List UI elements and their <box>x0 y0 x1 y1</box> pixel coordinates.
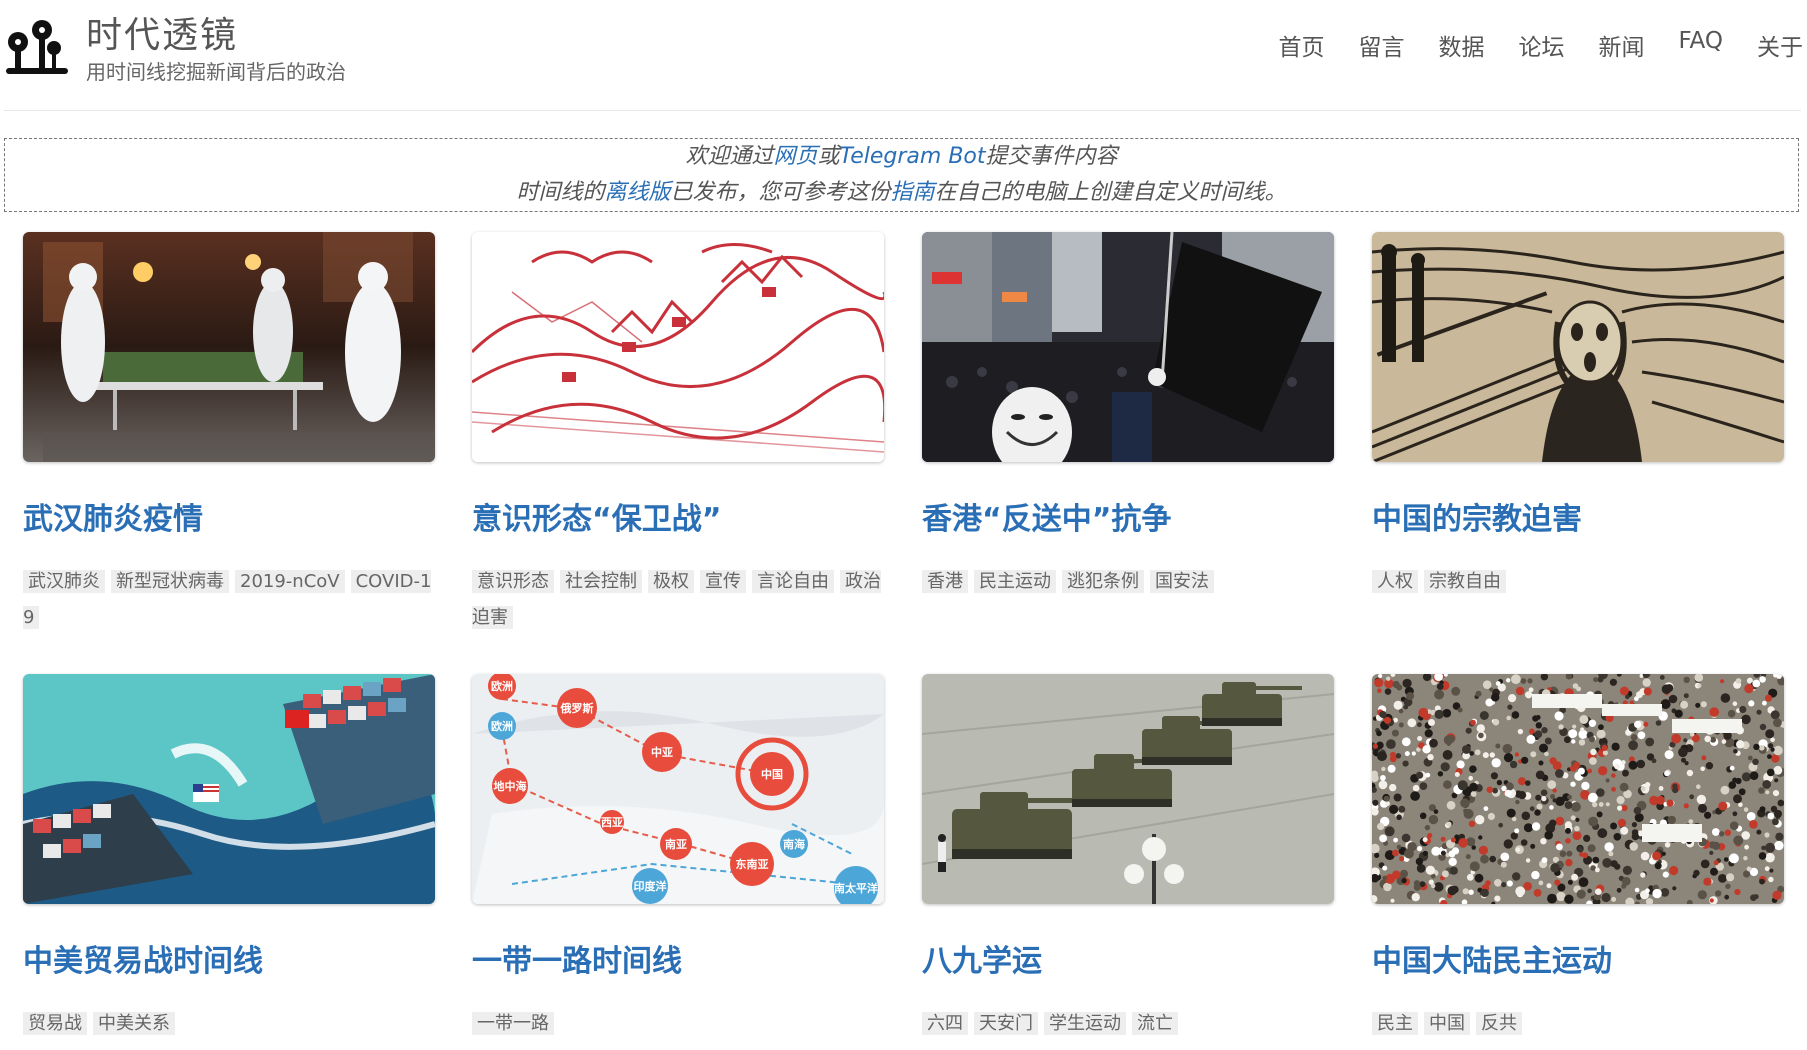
tag[interactable]: 人权 <box>1372 570 1418 593</box>
card-title[interactable]: 中国大陆民主运动 <box>1372 936 1784 980</box>
announcement-box: 欢迎通过网页或Telegram Bot提交事件内容 时间线的离线版已发布，您可参… <box>4 138 1799 212</box>
card-title[interactable]: 武汉肺炎疫情 <box>23 494 435 538</box>
map-label-south-asia: 南亚 <box>665 837 687 851</box>
tag-list: 民主 中国 反共 <box>1372 1006 1784 1042</box>
timeline-card: 中国大陆民主运动 民主 中国 反共 <box>1372 674 1784 1042</box>
timeline-card: 香港“反送中”抗争 香港 民主运动 逃犯条例 国安法 <box>922 232 1334 600</box>
tag[interactable]: 香港 <box>922 570 968 593</box>
timeline-card: 中美贸易战时间线 贸易战 中美关系 <box>23 674 435 1042</box>
card-title[interactable]: 香港“反送中”抗争 <box>922 494 1334 538</box>
card-image-tank-man[interactable] <box>922 674 1334 904</box>
card-image-hong-kong-protest[interactable] <box>922 232 1334 462</box>
page: 时代透镜 用时间线挖掘新闻背后的政治 首页 留言 数据 论坛 新闻 FAQ 关于… <box>0 0 1807 1050</box>
card-image-medical-workers[interactable] <box>23 232 435 462</box>
announcement-line-1: 欢迎通过网页或Telegram Bot提交事件内容 <box>685 144 1118 169</box>
site-subtitle: 用时间线挖掘新闻背后的政治 <box>86 60 346 84</box>
offline-version-link[interactable]: 离线版 <box>604 180 670 205</box>
map-label-europe: 欧洲 <box>491 679 513 693</box>
map-label-europe-2: 欧洲 <box>491 719 513 733</box>
map-label-south-china-sea: 南海 <box>783 837 805 851</box>
tag[interactable]: 学生运动 <box>1044 1012 1126 1035</box>
guide-link[interactable]: 指南 <box>891 180 935 205</box>
nav-about[interactable]: 关于 <box>1757 28 1803 62</box>
tag[interactable]: 武汉肺炎 <box>23 570 105 593</box>
tag[interactable]: 贸易战 <box>23 1012 87 1035</box>
tag[interactable]: 民主 <box>1372 1012 1418 1035</box>
map-label-russia: 俄罗斯 <box>560 701 594 715</box>
tag[interactable]: 极权 <box>648 570 694 593</box>
announcement-line-2: 时间线的离线版已发布，您可参考这份指南在自己的电脑上创建自定义时间线。 <box>516 180 1287 205</box>
card-title[interactable]: 意识形态“保卫战” <box>472 494 884 538</box>
card-image-great-wall[interactable] <box>472 232 884 462</box>
tag[interactable]: 2019-nCoV <box>235 570 345 593</box>
nav-news[interactable]: 新闻 <box>1598 28 1644 62</box>
site-title[interactable]: 时代透镜 <box>86 6 238 58</box>
tag[interactable]: 言论自由 <box>752 570 834 593</box>
tag[interactable]: 宗教自由 <box>1424 570 1506 593</box>
main-nav: 首页 留言 数据 论坛 新闻 FAQ 关于 <box>1244 28 1807 62</box>
card-title[interactable]: 八九学运 <box>922 936 1334 980</box>
card-image-the-scream[interactable] <box>1372 232 1784 462</box>
tag-list: 一带一路 <box>472 1006 884 1042</box>
tag[interactable]: 六四 <box>922 1012 968 1035</box>
timeline-card: 意识形态“保卫战” 意识形态 社会控制 极权 宣传 言论自由 政治迫害 <box>472 232 884 636</box>
map-label-mediterranean: 地中海 <box>494 779 527 793</box>
tag[interactable]: 宣传 <box>700 570 746 593</box>
nav-home[interactable]: 首页 <box>1278 28 1324 62</box>
tag-list: 武汉肺炎 新型冠状病毒 2019-nCoV COVID-19 <box>23 564 435 636</box>
tag[interactable]: 反共 <box>1476 1012 1522 1035</box>
timeline-card: 中国的宗教迫害 人权 宗教自由 <box>1372 232 1784 600</box>
tag[interactable]: 逃犯条例 <box>1062 570 1144 593</box>
map-label-south-pacific: 南太平洋 <box>834 881 878 895</box>
tag[interactable]: 意识形态 <box>472 570 554 593</box>
map-label-china: 中国 <box>761 767 783 781</box>
logo-pins-icon[interactable] <box>4 18 68 82</box>
tag-list: 贸易战 中美关系 <box>23 1006 435 1042</box>
site-header: 时代透镜 用时间线挖掘新闻背后的政治 首页 留言 数据 论坛 新闻 FAQ 关于 <box>0 0 1807 110</box>
tag[interactable]: 社会控制 <box>560 570 642 593</box>
map-label-southeast-asia: 东南亚 <box>736 857 769 871</box>
timeline-card: 欧洲 俄罗斯 中亚 中国 欧洲 地中海 西亚 南亚 东南亚 南海 印度洋 南太平… <box>472 674 884 1042</box>
card-title[interactable]: 一带一路时间线 <box>472 936 884 980</box>
map-label-indian-ocean: 印度洋 <box>634 879 667 893</box>
map-label-west-asia: 西亚 <box>601 816 623 829</box>
submit-web-link[interactable]: 网页 <box>773 144 817 169</box>
map-label-central-asia: 中亚 <box>651 745 673 759</box>
card-image-crowd-protest[interactable] <box>1372 674 1784 904</box>
tag[interactable]: 一带一路 <box>472 1012 554 1035</box>
tag[interactable]: 新型冠状病毒 <box>111 570 229 593</box>
tag[interactable]: 民主运动 <box>974 570 1056 593</box>
tag-list: 人权 宗教自由 <box>1372 564 1784 600</box>
timeline-card: 武汉肺炎疫情 武汉肺炎 新型冠状病毒 2019-nCoV COVID-19 <box>23 232 435 636</box>
card-image-belt-road-map[interactable]: 欧洲 俄罗斯 中亚 中国 欧洲 地中海 西亚 南亚 东南亚 南海 印度洋 南太平… <box>472 674 884 904</box>
tag-list: 六四 天安门 学生运动 流亡 <box>922 1006 1334 1042</box>
tag[interactable]: 中美关系 <box>93 1012 175 1035</box>
timeline-card: 八九学运 六四 天安门 学生运动 流亡 <box>922 674 1334 1042</box>
card-image-container-ships[interactable] <box>23 674 435 904</box>
nav-forum[interactable]: 论坛 <box>1518 28 1564 62</box>
telegram-bot-link[interactable]: Telegram Bot <box>840 144 986 169</box>
nav-data[interactable]: 数据 <box>1438 28 1484 62</box>
tag[interactable]: 中国 <box>1424 1012 1470 1035</box>
tag-list: 香港 民主运动 逃犯条例 国安法 <box>922 564 1334 600</box>
card-title[interactable]: 中美贸易战时间线 <box>23 936 435 980</box>
nav-messages[interactable]: 留言 <box>1358 28 1404 62</box>
tag-list: 意识形态 社会控制 极权 宣传 言论自由 政治迫害 <box>472 564 884 636</box>
tag[interactable]: 流亡 <box>1132 1012 1178 1035</box>
tag[interactable]: 天安门 <box>974 1012 1038 1035</box>
tag[interactable]: 国安法 <box>1150 570 1214 593</box>
nav-faq[interactable]: FAQ <box>1678 28 1723 62</box>
header-divider <box>4 110 1801 111</box>
card-title[interactable]: 中国的宗教迫害 <box>1372 494 1784 538</box>
